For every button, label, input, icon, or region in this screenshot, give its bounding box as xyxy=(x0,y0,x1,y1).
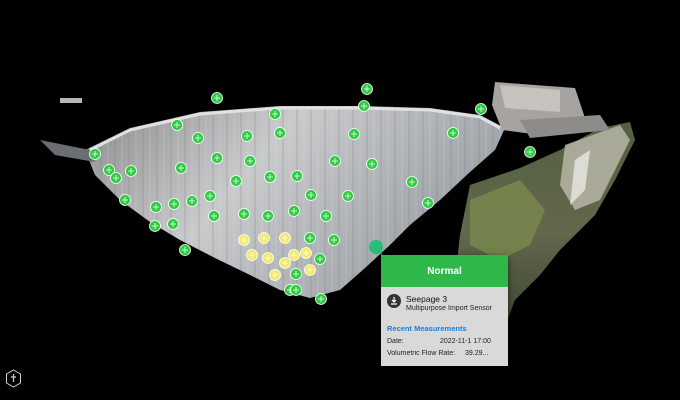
measurement-value: 2022-11-1 17:00 xyxy=(440,338,491,345)
measurement-row-date: Date: 2022-11-1 17:00 xyxy=(387,338,502,345)
selected-sensor-marker[interactable] xyxy=(369,240,383,254)
dam-3d-scene[interactable] xyxy=(0,0,680,400)
status-badge: Normal xyxy=(381,255,508,287)
measurement-row-flow: Volumetric Flow Rate: 39.29... xyxy=(387,350,502,357)
measurement-label: Date: xyxy=(387,338,404,345)
measurement-label: Volumetric Flow Rate: xyxy=(387,350,456,357)
seepage-drop-icon xyxy=(387,294,401,308)
sensor-name: Seepage 3 xyxy=(406,294,448,304)
sensor-type: Multipurpose Import Sensor xyxy=(406,305,492,312)
measurement-value: 39.29... xyxy=(465,350,489,357)
sensor-header: Seepage 3 Multipurpose Import Sensor xyxy=(381,287,508,314)
recent-measurements-link[interactable]: Recent Measurements xyxy=(387,324,508,333)
control-building xyxy=(492,82,610,138)
sensor-popup[interactable]: Normal Seepage 3 Multipurpose Import Sen… xyxy=(381,255,508,366)
building-tool-icon[interactable] xyxy=(5,369,22,388)
